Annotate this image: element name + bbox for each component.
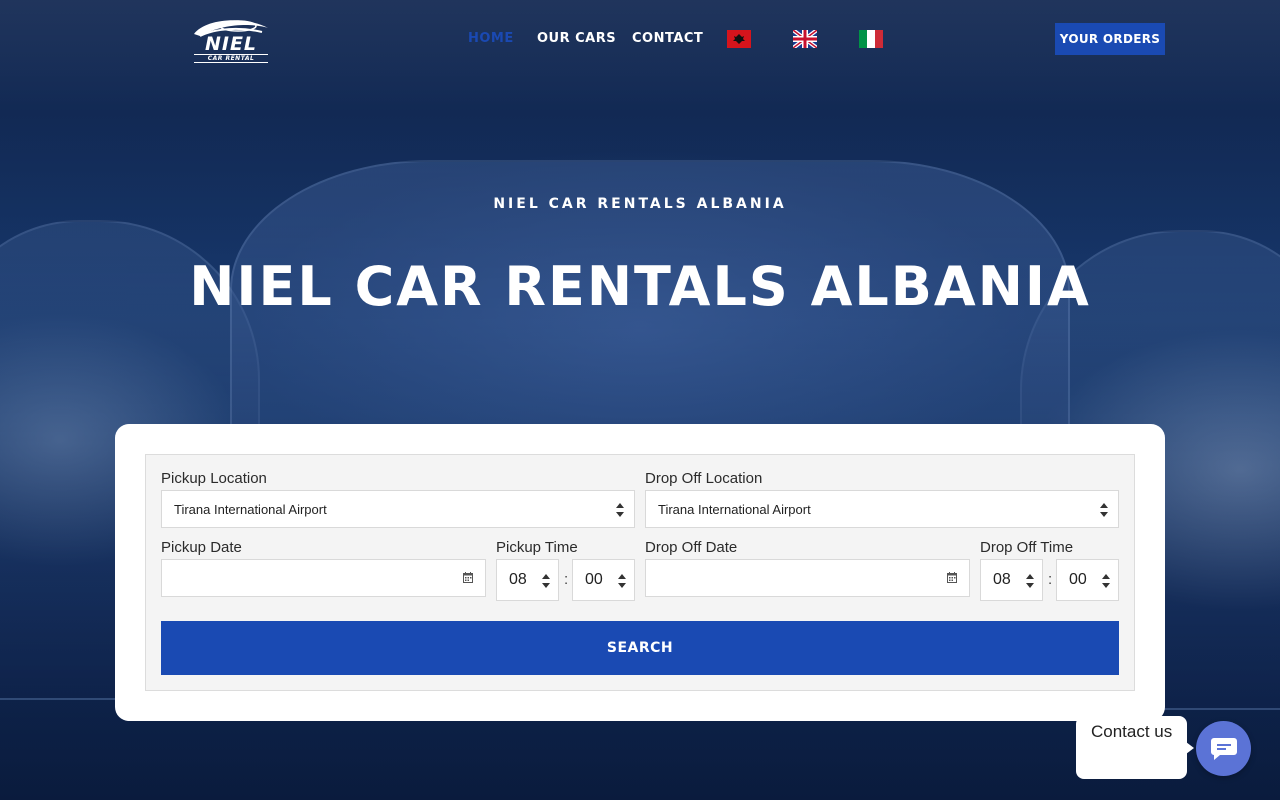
time-separator: : bbox=[1048, 571, 1053, 588]
pickup-location-value: Tirana International Airport bbox=[174, 501, 327, 517]
calendar-icon bbox=[947, 572, 957, 583]
search-button[interactable]: SEARCH bbox=[161, 621, 1119, 675]
select-arrows-icon bbox=[1100, 503, 1108, 517]
select-arrows-icon bbox=[1026, 574, 1034, 588]
select-arrows-icon bbox=[1102, 574, 1110, 588]
hero-subtitle: NIEL CAR RENTALS ALBANIA bbox=[493, 196, 787, 212]
dropoff-location-label: Drop Off Location bbox=[645, 470, 763, 487]
chat-button[interactable] bbox=[1196, 721, 1251, 776]
uk-flag-icon[interactable] bbox=[793, 30, 817, 48]
dropoff-location-select[interactable]: Tirana International Airport bbox=[645, 490, 1119, 528]
pickup-minute-select[interactable]: 00 bbox=[572, 559, 635, 601]
hero-title: NIEL CAR RENTALS ALBANIA bbox=[189, 255, 1091, 318]
dropoff-date-input[interactable] bbox=[645, 559, 970, 597]
italian-flag-icon[interactable] bbox=[859, 30, 883, 48]
dropoff-hour-select[interactable]: 08 bbox=[980, 559, 1043, 601]
logo-wordmark: NIEL bbox=[204, 33, 258, 55]
nav-item-contact[interactable]: CONTACT bbox=[632, 31, 703, 46]
pickup-location-label: Pickup Location bbox=[161, 470, 267, 487]
chat-icon bbox=[1210, 737, 1237, 760]
site-header: NIEL CAR RENTAL HOME OUR CARS CONTACT YO… bbox=[0, 0, 1280, 80]
dropoff-time-label: Drop Off Time bbox=[980, 539, 1074, 556]
albanian-flag-icon[interactable] bbox=[727, 30, 751, 48]
select-arrows-icon bbox=[616, 503, 624, 517]
pickup-location-select[interactable]: Tirana International Airport bbox=[161, 490, 635, 528]
select-arrows-icon bbox=[542, 574, 550, 588]
nav-item-home[interactable]: HOME bbox=[468, 31, 514, 46]
booking-card: Pickup Location Tirana International Air… bbox=[115, 424, 1165, 721]
nav-item-our-cars[interactable]: OUR CARS bbox=[537, 31, 616, 46]
logo-tagline: CAR RENTAL bbox=[194, 54, 268, 63]
dropoff-date-label: Drop Off Date bbox=[645, 539, 738, 556]
time-separator: : bbox=[564, 571, 569, 588]
pickup-date-label: Pickup Date bbox=[161, 539, 242, 556]
site-logo[interactable]: NIEL CAR RENTAL bbox=[186, 14, 272, 66]
dropoff-minute-select[interactable]: 00 bbox=[1056, 559, 1119, 601]
pickup-date-input[interactable] bbox=[161, 559, 486, 597]
calendar-icon bbox=[463, 572, 473, 583]
pickup-hour-select[interactable]: 08 bbox=[496, 559, 559, 601]
pickup-time-label: Pickup Time bbox=[496, 539, 578, 556]
your-orders-button[interactable]: YOUR ORDERS bbox=[1055, 23, 1165, 55]
dropoff-location-value: Tirana International Airport bbox=[658, 501, 811, 517]
booking-form: Pickup Location Tirana International Air… bbox=[145, 454, 1135, 691]
contact-us-bubble[interactable]: Contact us bbox=[1076, 716, 1194, 779]
contact-us-label: Contact us bbox=[1091, 722, 1173, 741]
select-arrows-icon bbox=[618, 574, 626, 588]
